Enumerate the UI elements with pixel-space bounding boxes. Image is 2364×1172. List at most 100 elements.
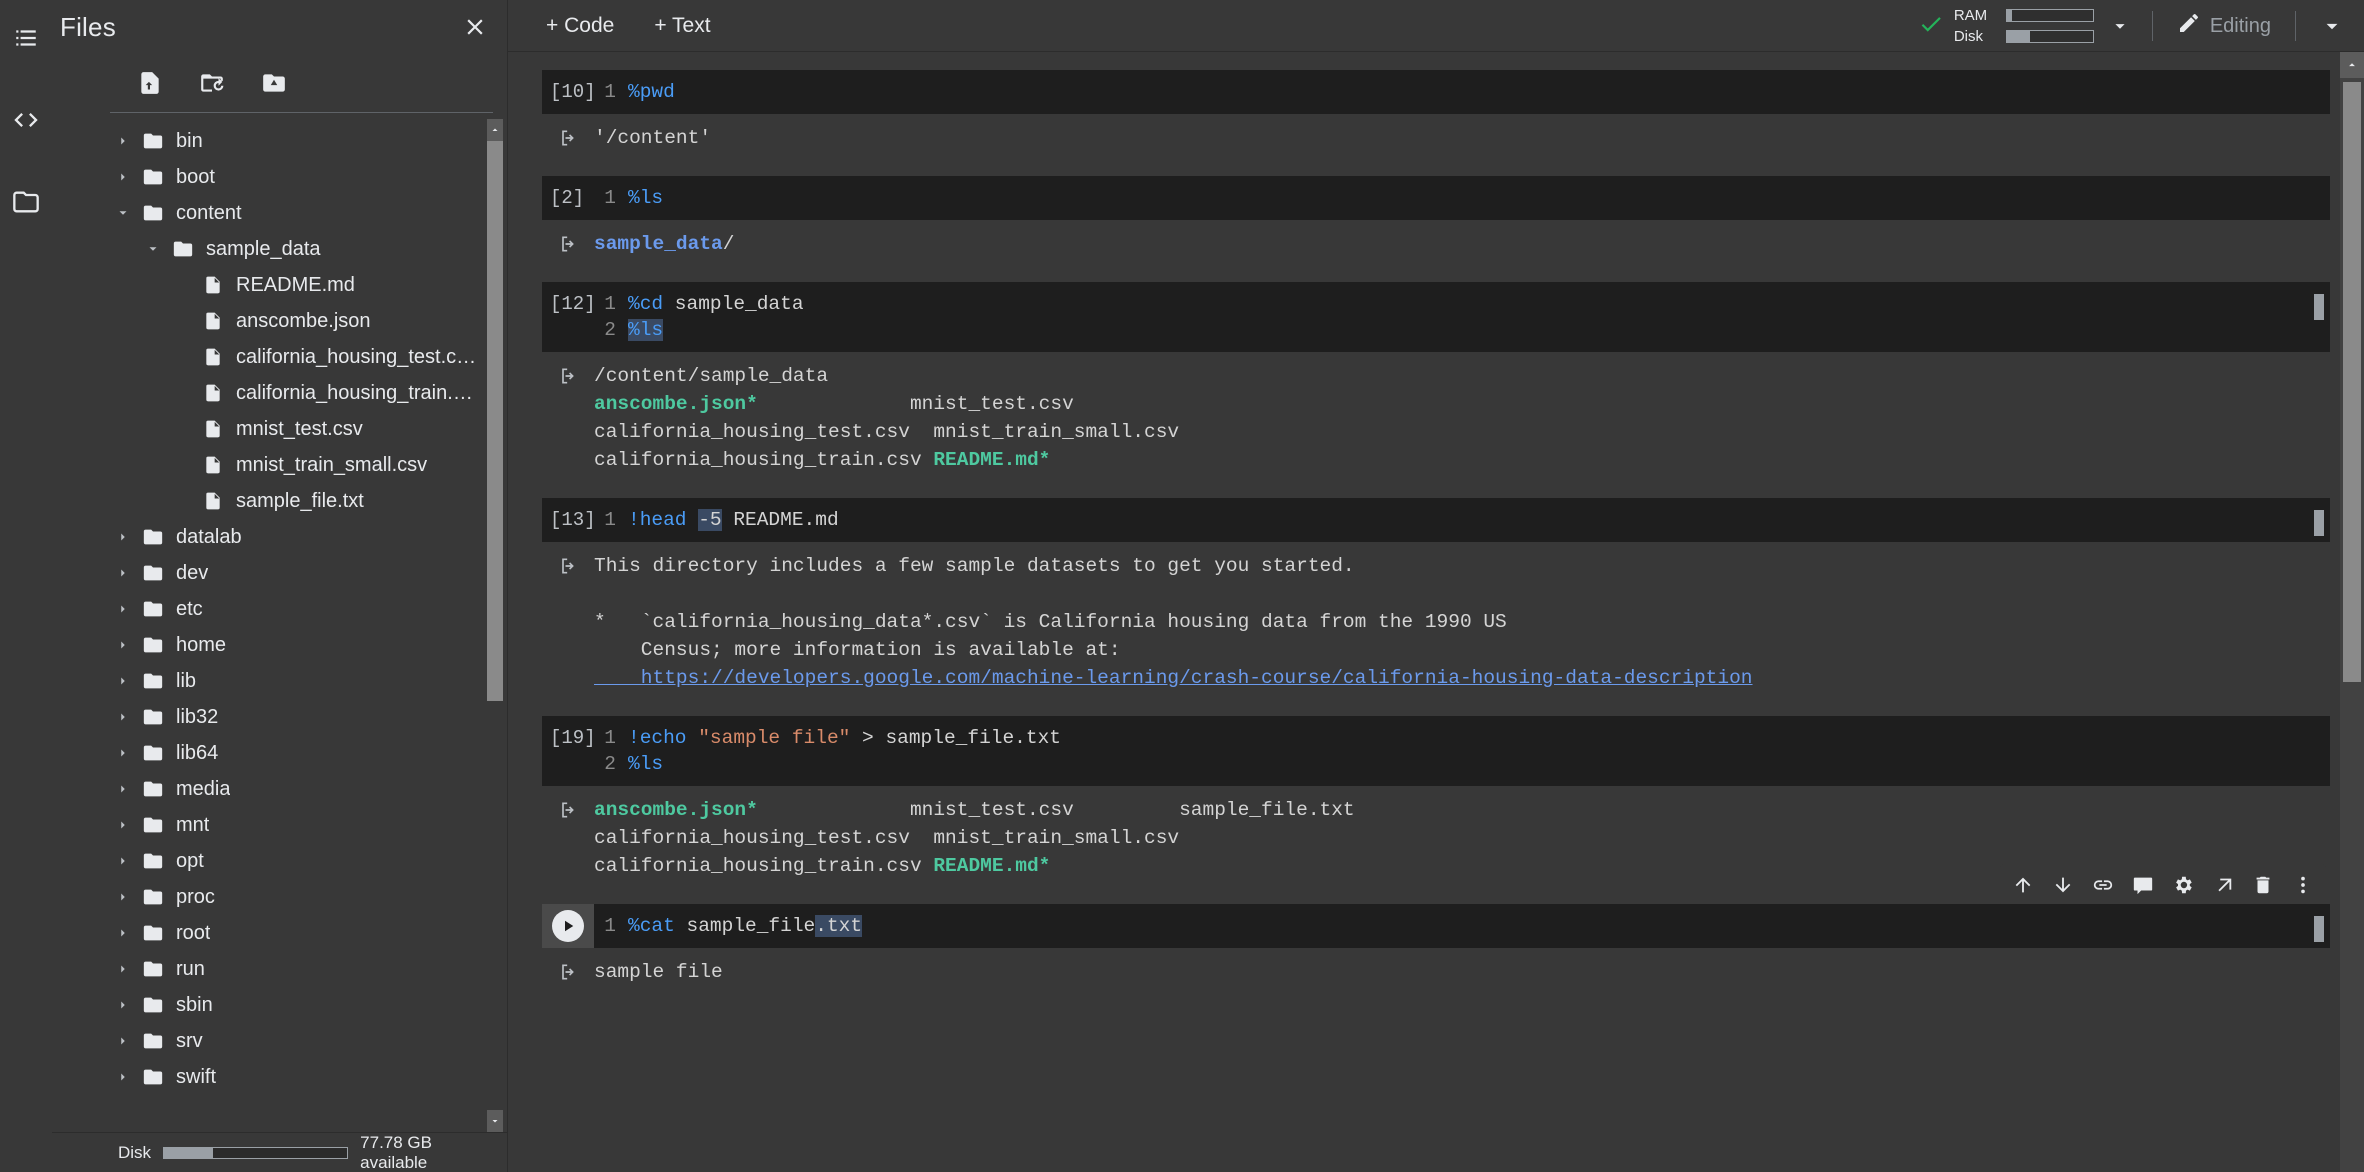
file-tree-folder-row[interactable]: boot <box>52 159 507 195</box>
notebook-cell[interactable]: [13] 1 !head -5 README.md This directory in… <box>542 498 2330 694</box>
file-tree-file-row[interactable]: california_housing_test.c… <box>52 339 507 375</box>
chevron-right-icon[interactable] <box>110 998 136 1012</box>
chevron-right-icon[interactable] <box>110 962 136 976</box>
comment-icon[interactable] <box>2126 868 2160 902</box>
file-tree-folder-row[interactable]: home <box>52 627 507 663</box>
file-tree-file-row[interactable]: sample_file.txt <box>52 483 507 519</box>
chevron-down-icon[interactable] <box>140 242 166 256</box>
trash-icon[interactable] <box>2246 868 2280 902</box>
code-editor[interactable]: 1 %ls <box>594 176 2330 220</box>
arrow-down-icon[interactable] <box>2046 868 2080 902</box>
expand-toolbar-chevron-down-icon[interactable] <box>2312 6 2352 46</box>
code-cell[interactable]: [19] 1 !echo "sample file" > sample_file.t… <box>542 716 2330 786</box>
file-tree-folder-row[interactable]: bin <box>52 123 507 159</box>
chevron-right-icon[interactable] <box>110 890 136 904</box>
chevron-down-icon[interactable] <box>2104 10 2136 42</box>
file-tree-folder-row[interactable]: lib64 <box>52 735 507 771</box>
file-tree-file-row[interactable]: mnist_train_small.csv <box>52 447 507 483</box>
chevron-right-icon[interactable] <box>110 566 136 580</box>
notebook-scroll-area[interactable]: [10] 1 %pwd '/content' [2] 1 %ls sample_data/ [1… <box>508 52 2364 1172</box>
file-tree-file-row[interactable]: mnist_test.csv <box>52 411 507 447</box>
toolbar-disk-fill <box>2006 31 2031 42</box>
notebook-scrollbar[interactable] <box>2340 52 2364 1172</box>
refresh-folder-icon[interactable] <box>192 63 232 103</box>
file-tree-folder-row[interactable]: run <box>52 951 507 987</box>
code-brackets-icon[interactable] <box>6 100 46 140</box>
file-tree-folder-row[interactable]: proc <box>52 879 507 915</box>
chevron-right-icon[interactable] <box>110 602 136 616</box>
chevron-right-icon[interactable] <box>110 638 136 652</box>
file-tree-folder-row[interactable]: root <box>52 915 507 951</box>
play-icon[interactable] <box>552 910 584 942</box>
file-tree-folder-row[interactable]: mnt <box>52 807 507 843</box>
add-code-cell-button[interactable]: + Code <box>540 10 620 42</box>
link-icon[interactable] <box>2086 868 2120 902</box>
output-hyperlink[interactable]: https://developers.google.com/machine-le… <box>594 667 1753 689</box>
chevron-right-icon[interactable] <box>110 782 136 796</box>
code-editor[interactable]: 1 %pwd <box>594 70 2330 114</box>
file-tree-folder-row[interactable]: sbin <box>52 987 507 1023</box>
chevron-right-icon[interactable] <box>110 926 136 940</box>
code-cell[interactable]: [2] 1 %ls <box>542 176 2330 220</box>
file-tree-folder-row[interactable]: etc <box>52 591 507 627</box>
file-tree-folder-row[interactable]: media <box>52 771 507 807</box>
file-tree-folder-row[interactable]: swift <box>52 1059 507 1095</box>
notebook-cell[interactable]: [10] 1 %pwd '/content' <box>542 70 2330 154</box>
file-tree-folder-row[interactable]: content <box>52 195 507 231</box>
chevron-right-icon[interactable] <box>110 746 136 760</box>
code-cell[interactable]: [10] 1 %pwd <box>542 70 2330 114</box>
file-tree-folder-row[interactable]: datalab <box>52 519 507 555</box>
scroll-down-icon[interactable] <box>487 1110 503 1132</box>
code-editor[interactable]: 1 !echo "sample file" > sample_file.txt 2%… <box>594 716 2330 786</box>
chevron-right-icon[interactable] <box>110 854 136 868</box>
notebook-cell[interactable]: [19] 1 !echo "sample file" > sample_file.t… <box>542 716 2330 882</box>
chevron-right-icon[interactable] <box>110 1034 136 1048</box>
chevron-right-icon[interactable] <box>110 674 136 688</box>
scroll-up-icon[interactable] <box>487 119 503 141</box>
code-cell[interactable]: [12] 1 %cd sample_data 2 %ls <box>542 282 2330 352</box>
resources-meters[interactable]: RAM Disk <box>1954 7 2094 45</box>
upload-file-icon[interactable] <box>130 63 170 103</box>
chevron-right-icon[interactable] <box>110 530 136 544</box>
code-editor[interactable]: 1 !head -5 README.md <box>594 498 2330 542</box>
notebook-cell[interactable]: 1 %cat sample_file.txt sample file <box>542 864 2330 988</box>
notebook-cell[interactable]: [12] 1 %cd sample_data 2 %ls/content/sample_… <box>542 282 2330 476</box>
code-cell[interactable]: [13] 1 !head -5 README.md <box>542 498 2330 542</box>
code-cell[interactable]: 1 %cat sample_file.txt <box>542 904 2330 948</box>
code-editor[interactable]: 1 %cat sample_file.txt <box>594 904 2330 948</box>
arrow-up-icon[interactable] <box>2006 868 2040 902</box>
toc-icon[interactable] <box>6 18 46 58</box>
chevron-right-icon[interactable] <box>110 818 136 832</box>
chevron-right-icon[interactable] <box>110 710 136 724</box>
scrollbar-thumb[interactable] <box>487 141 503 701</box>
gear-icon[interactable] <box>2166 868 2200 902</box>
notebook-scroll-up-icon[interactable] <box>2340 52 2364 78</box>
editing-mode-button[interactable]: Editing <box>2169 7 2279 45</box>
file-tree-folder-row[interactable]: opt <box>52 843 507 879</box>
notebook-cell[interactable]: [2] 1 %ls sample_data/ <box>542 176 2330 260</box>
file-tree-file-row[interactable]: README.md <box>52 267 507 303</box>
file-tree-folder-row[interactable]: sample_data <box>52 231 507 267</box>
file-tree-folder-row[interactable]: srv <box>52 1023 507 1059</box>
close-icon[interactable] <box>457 9 493 45</box>
cell-scroll-indicator[interactable] <box>2314 510 2324 536</box>
cell-scroll-indicator[interactable] <box>2314 294 2324 320</box>
cell-scroll-indicator[interactable] <box>2314 916 2324 942</box>
chevron-right-icon[interactable] <box>110 170 136 184</box>
code-editor[interactable]: 1 %cd sample_data 2 %ls <box>594 282 2330 352</box>
drive-folder-icon[interactable] <box>254 63 294 103</box>
file-tree-folder-row[interactable]: dev <box>52 555 507 591</box>
chevron-down-icon[interactable] <box>110 206 136 220</box>
notebook-scrollbar-thumb[interactable] <box>2343 82 2361 682</box>
file-tree-file-row[interactable]: california_housing_train.c… <box>52 375 507 411</box>
add-text-cell-button[interactable]: + Text <box>648 10 716 42</box>
chevron-right-icon[interactable] <box>110 1070 136 1084</box>
chevron-right-icon[interactable] <box>110 134 136 148</box>
file-tree-folder-row[interactable]: lib32 <box>52 699 507 735</box>
file-tree-folder-row[interactable]: lib <box>52 663 507 699</box>
folder-icon[interactable] <box>6 182 46 222</box>
more-vert-icon[interactable] <box>2286 868 2320 902</box>
open-in-new-icon[interactable] <box>2206 868 2240 902</box>
file-tree-file-row[interactable]: anscombe.json <box>52 303 507 339</box>
file-tree-scrollbar[interactable] <box>487 119 503 1132</box>
